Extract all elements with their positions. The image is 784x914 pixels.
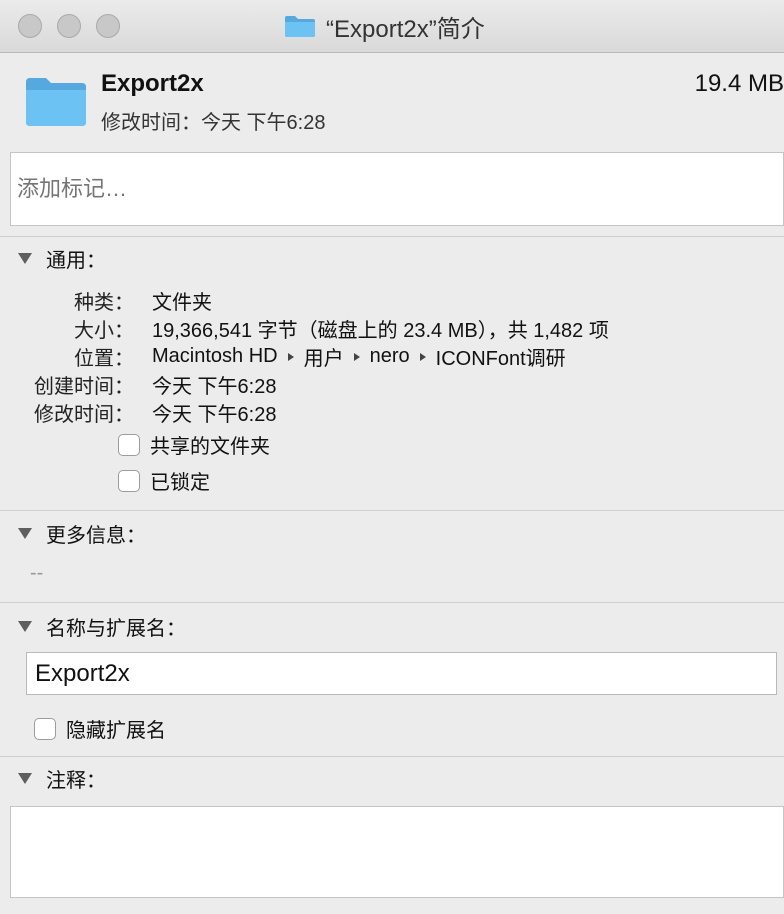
shared-folder-checkbox[interactable] (118, 433, 140, 456)
kind-label: 种类： (74, 292, 134, 314)
modified-label: 修改时间： (34, 404, 134, 426)
disclosure-triangle-icon[interactable] (18, 621, 32, 632)
close-button[interactable] (18, 14, 42, 38)
disclosure-triangle-icon[interactable] (18, 253, 32, 264)
where-path: Macintosh HD 用户 nero ICONFont调研 (152, 342, 566, 371)
locked-checkbox[interactable] (118, 469, 140, 492)
zoom-button[interactable] (96, 14, 120, 38)
section-more-info-title: 更多信息： (46, 525, 146, 547)
where-label: 位置： (74, 348, 134, 370)
divider (0, 602, 784, 603)
size-label: 大小： (74, 320, 134, 342)
kind-value: 文件夹 (152, 292, 212, 314)
path-segment[interactable]: ICONFont调研 (436, 342, 566, 371)
locked-label: 已锁定 (150, 472, 210, 494)
section-comments-header[interactable]: 注释： (18, 764, 106, 793)
folder-icon (284, 14, 316, 38)
section-comments-title: 注释： (46, 770, 106, 792)
modified-value: 今天 下午6:28 (152, 404, 277, 426)
folder-icon (24, 76, 88, 128)
section-name-ext-title: 名称与扩展名： (46, 618, 186, 640)
comments-textarea[interactable] (10, 806, 784, 898)
shared-folder-label: 共享的文件夹 (150, 436, 270, 458)
shared-folder-option[interactable]: 共享的文件夹 (118, 430, 270, 459)
more-info-value: -- (30, 562, 44, 584)
disclosure-triangle-icon[interactable] (18, 773, 32, 784)
path-arrow-icon (353, 352, 360, 361)
path-arrow-icon (287, 352, 294, 361)
section-general-header[interactable]: 通用： (18, 244, 106, 273)
locked-option[interactable]: 已锁定 (118, 466, 210, 495)
created-row: 创建时间： 今天 下午6:28 (0, 370, 276, 399)
divider (0, 510, 784, 511)
path-segment[interactable]: nero (370, 345, 410, 368)
created-label: 创建时间： (34, 376, 134, 398)
divider (0, 236, 784, 237)
tags-input[interactable] (10, 152, 784, 226)
section-general-title: 通用： (46, 250, 106, 272)
size-value: 19,366,541 字节（磁盘上的 23.4 MB），共 1,482 项 (152, 320, 609, 342)
hide-extension-label: 隐藏扩展名 (66, 720, 166, 742)
window-title: “Export2x”简介 (326, 15, 485, 43)
kind-row: 种类： 文件夹 (0, 286, 212, 315)
path-segment[interactable]: Macintosh HD (152, 345, 278, 368)
title-bar: “Export2x”简介 (0, 0, 784, 53)
section-name-ext-header[interactable]: 名称与扩展名： (18, 612, 186, 641)
hide-extension-checkbox[interactable] (34, 717, 56, 740)
size-row: 大小： 19,366,541 字节（磁盘上的 23.4 MB），共 1,482 … (0, 314, 609, 343)
disclosure-triangle-icon[interactable] (18, 528, 32, 539)
file-name: Export2x (101, 70, 204, 97)
where-row: 位置： Macintosh HD 用户 nero ICONFont调研 (0, 342, 566, 371)
name-input[interactable] (26, 652, 777, 695)
modified-summary: 修改时间：今天 下午6:28 (101, 112, 326, 134)
divider (0, 756, 784, 757)
modified-row: 修改时间： 今天 下午6:28 (0, 398, 276, 427)
path-arrow-icon (419, 352, 426, 361)
window-title-group: “Export2x”简介 (284, 10, 485, 43)
path-segment[interactable]: 用户 (304, 342, 344, 371)
hide-extension-option[interactable]: 隐藏扩展名 (34, 714, 166, 743)
section-more-info-header[interactable]: 更多信息： (18, 519, 146, 548)
minimize-button[interactable] (57, 14, 81, 38)
created-value: 今天 下午6:28 (152, 376, 277, 398)
file-size: 19.4 MB (694, 70, 784, 97)
